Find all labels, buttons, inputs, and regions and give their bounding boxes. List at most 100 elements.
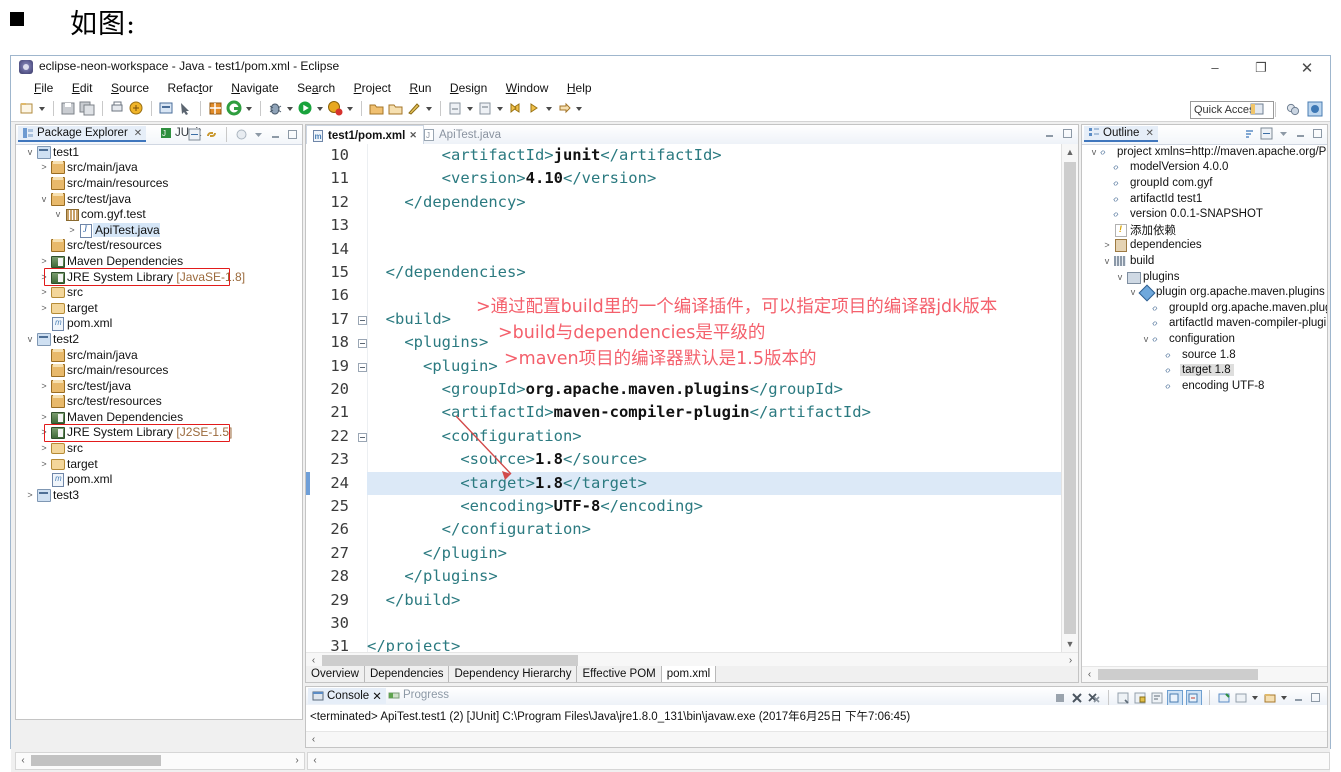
expand-arrow-icon[interactable]: v <box>38 194 50 204</box>
forward-dropdown-icon[interactable] <box>545 100 554 117</box>
editor-form-tabs[interactable]: Overview Dependencies Dependency Hierarchy… <box>306 666 1078 682</box>
tree-item[interactable]: v test2 <box>16 331 302 347</box>
view-menu-icon[interactable] <box>1277 127 1290 140</box>
code-line[interactable]: </dependencies> <box>367 261 1062 284</box>
outline-item[interactable]: ‹› artifactId maven-compiler-plugin <box>1082 316 1327 332</box>
expand-arrow-icon[interactable]: v <box>1127 287 1139 297</box>
code-line[interactable]: <groupId>org.apache.maven.plugins</group… <box>367 378 1062 401</box>
print-icon[interactable] <box>109 100 126 117</box>
tree-item[interactable]: > src/test/java <box>16 378 302 394</box>
outline-item[interactable]: ‹› target 1.8 <box>1082 362 1327 378</box>
save-all-icon[interactable] <box>79 100 96 117</box>
collapse-arrow-icon[interactable]: > <box>38 412 50 422</box>
tree-item[interactable]: src/test/resources <box>16 238 302 254</box>
run-dropdown-icon[interactable] <box>316 100 325 117</box>
code-line[interactable]: </dependency> <box>367 191 1062 214</box>
close-icon[interactable]: ✕ <box>409 130 417 141</box>
maximize-icon[interactable] <box>1311 127 1324 140</box>
fold-toggle-icon[interactable] <box>358 362 367 372</box>
tree-item[interactable]: v com.gyf.test <box>16 206 302 222</box>
code-line[interactable]: <artifactId>junit</artifactId> <box>367 144 1062 167</box>
tree-item[interactable]: v src/test/java <box>16 191 302 207</box>
menu-design[interactable]: Design <box>443 80 494 96</box>
collapse-arrow-icon[interactable]: > <box>38 459 50 469</box>
tree-item[interactable]: > Maven Dependencies <box>16 253 302 269</box>
git-icon[interactable] <box>226 100 243 117</box>
scroll-left-arrow-icon[interactable]: ‹ <box>1082 667 1097 682</box>
outline-item[interactable]: v plugins <box>1082 269 1327 285</box>
code-line[interactable]: <encoding>UTF-8</encoding> <box>367 495 1062 518</box>
tree-item[interactable]: > test3 <box>16 487 302 503</box>
collapse-arrow-icon[interactable]: > <box>38 162 50 172</box>
menu-navigate[interactable]: Navigate <box>224 80 285 96</box>
tree-item[interactable]: v test1 <box>16 144 302 160</box>
collapse-arrow-icon[interactable]: > <box>38 256 50 266</box>
code-editor-area[interactable]: 10 11 12 13 14 15 16 17 18 19 20 21 22 23 24 25 26 27 28 29… <box>306 144 1078 652</box>
new-wizard-icon[interactable] <box>19 100 36 117</box>
link-with-editor-icon[interactable] <box>205 128 218 141</box>
tree-item[interactable]: > target <box>16 456 302 472</box>
tree-item[interactable]: > JRE System Library [JavaSE-1.8] <box>16 269 302 285</box>
code-line[interactable] <box>367 238 1062 261</box>
open-type-icon[interactable] <box>368 100 385 117</box>
coverage-dropdown-icon[interactable] <box>346 100 355 117</box>
code-line[interactable]: <version>4.10</version> <box>367 167 1062 190</box>
console-bottom-scrollbar[interactable]: ‹ <box>307 752 1330 770</box>
minimize-icon[interactable] <box>1294 127 1307 140</box>
scroll-down-arrow-icon[interactable]: ▼ <box>1062 636 1078 652</box>
scroll-left-arrow-icon[interactable]: ‹ <box>16 753 30 768</box>
jump-icon[interactable] <box>556 100 573 117</box>
code-line[interactable]: </configuration> <box>367 518 1062 541</box>
new-console-dropdown-icon[interactable] <box>1280 689 1289 706</box>
code-line[interactable]: <configuration> <box>367 425 1062 448</box>
outline-item[interactable]: ‹› modelVersion 4.0.0 <box>1082 160 1327 176</box>
search-icon[interactable] <box>406 100 423 117</box>
editor-form-tab[interactable]: Overview <box>306 666 365 682</box>
close-button[interactable]: ✕ <box>1284 56 1330 79</box>
code-line[interactable] <box>367 612 1062 635</box>
collapse-arrow-icon[interactable]: > <box>1101 240 1113 250</box>
java-ee-perspective-icon[interactable] <box>1307 101 1324 118</box>
tree-item[interactable]: > JRE System Library [J2SE-1.5] <box>16 425 302 441</box>
minimize-icon[interactable] <box>269 128 282 141</box>
next-annotation-dropdown-icon[interactable] <box>466 100 475 117</box>
expand-arrow-icon[interactable]: v <box>1088 147 1100 157</box>
fold-toggle-icon[interactable] <box>358 339 367 349</box>
open-console-icon[interactable] <box>1217 691 1231 705</box>
display-selected-console-icon[interactable] <box>1186 689 1202 706</box>
outline-item[interactable]: ‹› groupId org.apache.maven.plugin <box>1082 300 1327 316</box>
outline-item[interactable]: ‹› source 1.8 <box>1082 347 1327 363</box>
outline-item[interactable]: > dependencies <box>1082 238 1327 254</box>
tab-console[interactable]: Console ✕ <box>308 688 386 704</box>
previous-annotation-icon[interactable] <box>477 100 494 117</box>
menu-source[interactable]: Source <box>104 80 156 96</box>
minimize-icon[interactable] <box>1043 127 1056 140</box>
collapse-all-icon[interactable] <box>1260 127 1273 140</box>
editor-form-tab[interactable]: Dependencies <box>365 666 450 682</box>
collapse-arrow-icon[interactable]: > <box>38 381 50 391</box>
collapse-arrow-icon[interactable]: > <box>38 303 50 313</box>
package-explorer-tree[interactable]: v test1 > src/main/java src/main/resources v s… <box>16 144 302 719</box>
scroll-left-arrow-icon[interactable]: ‹ <box>306 732 321 747</box>
export-icon[interactable] <box>128 100 145 117</box>
maximize-icon[interactable] <box>286 128 299 141</box>
tree-item[interactable]: > src/main/java <box>16 160 302 176</box>
code-line[interactable]: </build> <box>367 589 1062 612</box>
tab-outline[interactable]: Outline ✕ <box>1084 126 1158 142</box>
console-horizontal-scrollbar[interactable]: ‹ <box>306 731 1327 747</box>
remove-all-terminated-icon[interactable] <box>1087 691 1101 705</box>
collapse-arrow-icon[interactable]: > <box>24 490 36 500</box>
scrollbar-thumb[interactable] <box>31 755 161 766</box>
new-java-project-icon[interactable] <box>158 100 175 117</box>
outline-item[interactable]: 添加依赖 <box>1082 222 1327 238</box>
previous-annotation-dropdown-icon[interactable] <box>496 100 505 117</box>
expand-arrow-icon[interactable]: v <box>1101 256 1113 266</box>
new-console-view-icon[interactable] <box>1263 691 1277 705</box>
minimize-icon[interactable] <box>1292 691 1306 705</box>
debug-icon[interactable] <box>267 100 284 117</box>
tab-package-explorer[interactable]: Package Explorer ✕ <box>18 126 147 142</box>
tree-item[interactable]: > ApiTest.java <box>16 222 302 238</box>
editor-vertical-scrollbar[interactable]: ▲ ▼ <box>1061 144 1078 652</box>
tree-item[interactable]: > src <box>16 284 302 300</box>
editor-form-tab[interactable]: Effective POM <box>577 666 662 682</box>
